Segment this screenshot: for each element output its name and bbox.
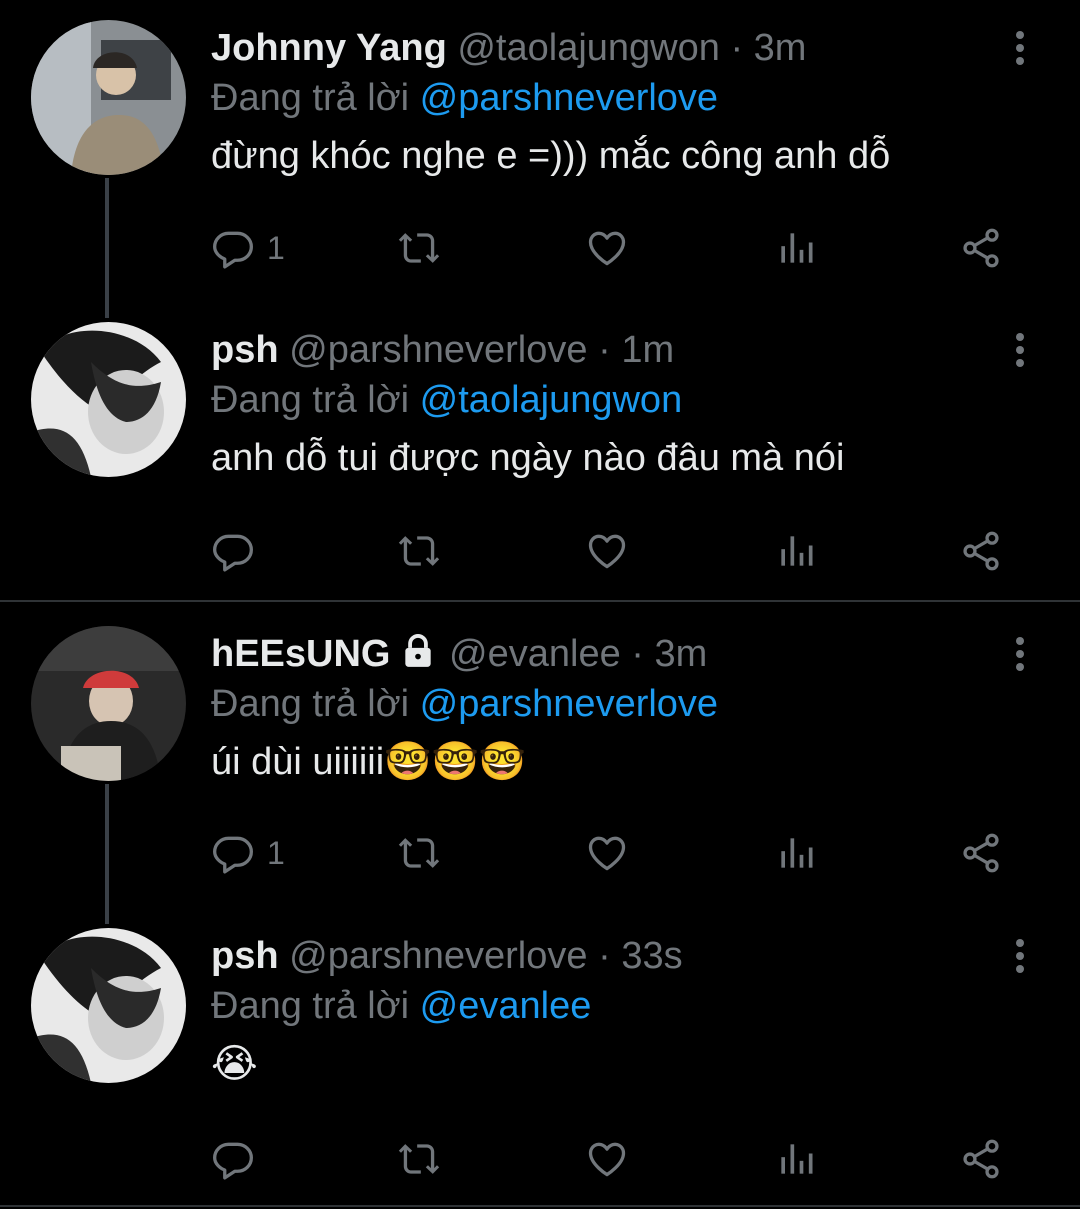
replying-to: Đang trả lời @parshneverlove bbox=[211, 76, 980, 120]
share-icon bbox=[959, 831, 1003, 875]
share-icon bbox=[959, 529, 1003, 573]
share-icon bbox=[959, 1137, 1003, 1181]
share-button[interactable] bbox=[959, 223, 1003, 273]
avatar[interactable] bbox=[31, 322, 186, 477]
share-button[interactable] bbox=[959, 1134, 1003, 1184]
display-name[interactable]: Johnny Yang bbox=[211, 27, 447, 69]
reply-count: 1 bbox=[267, 229, 285, 266]
tweet[interactable]: psh @parshneverlove · 33s Đang trả lời @… bbox=[0, 904, 1080, 1204]
action-bar: 1 bbox=[211, 223, 1011, 273]
retweet-icon bbox=[397, 831, 441, 875]
mention-link[interactable]: @taolajungwon bbox=[420, 379, 683, 421]
share-button[interactable] bbox=[959, 828, 1003, 878]
views-icon bbox=[774, 226, 818, 270]
retweet-button[interactable] bbox=[397, 1134, 441, 1184]
bottom-divider bbox=[0, 1205, 1080, 1207]
like-button[interactable] bbox=[585, 223, 629, 273]
tweet-text: đừng khóc nghe e =))) mắc công anh dỗ bbox=[211, 135, 891, 177]
views-button[interactable] bbox=[774, 223, 818, 273]
avatar[interactable] bbox=[31, 928, 186, 1083]
retweet-button[interactable] bbox=[397, 828, 441, 878]
more-options-icon[interactable] bbox=[1008, 634, 1032, 674]
like-button[interactable] bbox=[585, 828, 629, 878]
like-icon bbox=[585, 226, 629, 270]
timestamp[interactable]: 1m bbox=[621, 329, 674, 371]
display-name[interactable]: psh bbox=[211, 935, 279, 977]
replying-label: Đang trả lời bbox=[211, 683, 410, 725]
tweet-header: hEEsUNG @evanlee · 3m bbox=[211, 633, 708, 675]
tweet-header: psh @parshneverlove · 33s bbox=[211, 935, 683, 977]
reply-button[interactable] bbox=[211, 526, 255, 576]
more-options-icon[interactable] bbox=[1008, 28, 1032, 68]
replying-to: Đang trả lời @taolajungwon bbox=[211, 378, 980, 422]
reply-count: 1 bbox=[267, 834, 285, 871]
tweet-text: anh dỗ tui được ngày nào đâu mà nói bbox=[211, 437, 845, 479]
tweet-header: Johnny Yang @taolajungwon · 3m bbox=[211, 27, 807, 69]
more-options-icon[interactable] bbox=[1008, 330, 1032, 370]
reply-button[interactable] bbox=[211, 1134, 255, 1184]
share-button[interactable] bbox=[959, 526, 1003, 576]
replying-label: Đang trả lời bbox=[211, 985, 410, 1027]
reply-button[interactable]: 1 bbox=[211, 828, 285, 878]
tweet[interactable]: psh @parshneverlove · 1m Đang trả lời @t… bbox=[0, 300, 1080, 600]
reply-icon bbox=[211, 529, 255, 573]
retweet-button[interactable] bbox=[397, 223, 441, 273]
like-icon bbox=[585, 831, 629, 875]
mention-link[interactable]: @parshneverlove bbox=[420, 683, 718, 725]
display-name[interactable]: psh bbox=[211, 329, 279, 371]
more-options-icon[interactable] bbox=[1008, 936, 1032, 976]
avatar[interactable] bbox=[31, 626, 186, 781]
mention-link[interactable]: @parshneverlove bbox=[420, 77, 718, 119]
reply-icon bbox=[211, 1137, 255, 1181]
replying-to: Đang trả lời @evanlee bbox=[211, 984, 980, 1028]
tweet-text: úi dùi uiiiiii🤓🤓🤓 bbox=[211, 741, 527, 783]
avatar[interactable] bbox=[31, 20, 186, 175]
retweet-icon bbox=[397, 1137, 441, 1181]
views-icon bbox=[774, 529, 818, 573]
like-icon bbox=[585, 529, 629, 573]
share-icon bbox=[959, 226, 1003, 270]
replying-to: Đang trả lời @parshneverlove bbox=[211, 682, 980, 726]
replying-label: Đang trả lời bbox=[211, 77, 410, 119]
like-button[interactable] bbox=[585, 1134, 629, 1184]
views-button[interactable] bbox=[774, 526, 818, 576]
lock-icon bbox=[405, 634, 432, 667]
views-icon bbox=[774, 1137, 818, 1181]
handle[interactable]: @taolajungwon bbox=[457, 27, 720, 69]
timestamp[interactable]: 3m bbox=[655, 633, 708, 675]
action-bar bbox=[211, 526, 1011, 576]
handle[interactable]: @evanlee bbox=[449, 633, 621, 675]
reply-button[interactable]: 1 bbox=[211, 223, 285, 273]
views-button[interactable] bbox=[774, 828, 818, 878]
display-name[interactable]: hEEsUNG bbox=[211, 633, 390, 675]
replying-label: Đang trả lời bbox=[211, 379, 410, 421]
retweet-button[interactable] bbox=[397, 526, 441, 576]
reply-icon bbox=[211, 226, 255, 270]
handle[interactable]: @parshneverlove bbox=[289, 329, 587, 371]
retweet-icon bbox=[397, 226, 441, 270]
tweet-text: 😭 bbox=[211, 1041, 258, 1087]
timestamp[interactable]: 33s bbox=[621, 935, 682, 977]
handle[interactable]: @parshneverlove bbox=[289, 935, 587, 977]
views-button[interactable] bbox=[774, 1134, 818, 1184]
tweet[interactable]: hEEsUNG @evanlee · 3m Đang trả lời @pars… bbox=[0, 602, 1080, 904]
mention-link[interactable]: @evanlee bbox=[420, 985, 592, 1027]
like-button[interactable] bbox=[585, 526, 629, 576]
reply-icon bbox=[211, 831, 255, 875]
action-bar: 1 bbox=[211, 828, 1011, 878]
tweet-header: psh @parshneverlove · 1m bbox=[211, 329, 675, 371]
action-bar bbox=[211, 1134, 1011, 1184]
like-icon bbox=[585, 1137, 629, 1181]
views-icon bbox=[774, 831, 818, 875]
timestamp[interactable]: 3m bbox=[754, 27, 807, 69]
tweet[interactable]: Johnny Yang @taolajungwon · 3m Đang trả … bbox=[0, 0, 1080, 300]
retweet-icon bbox=[397, 529, 441, 573]
